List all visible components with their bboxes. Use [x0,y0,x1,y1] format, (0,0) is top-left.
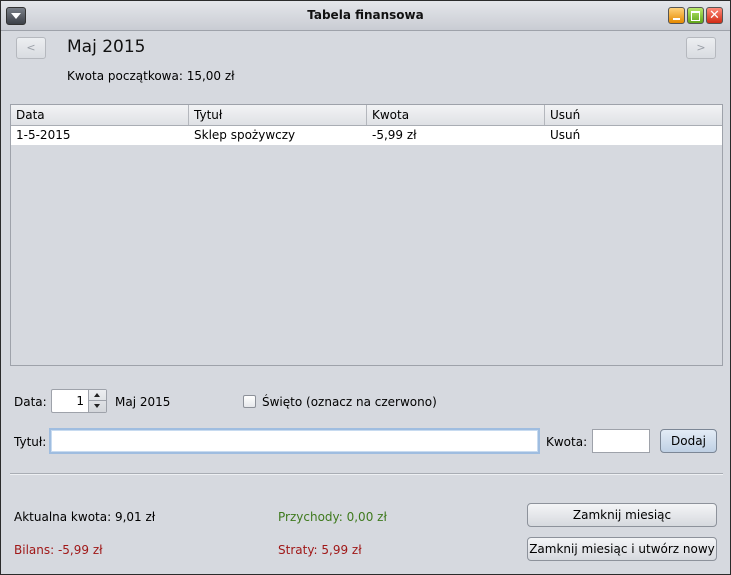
start-amount: Kwota początkowa: 15,00 zł [67,69,235,83]
close-month-and-create-new-button[interactable]: Zamknij miesiąc i utwórz nowy [527,537,717,561]
title-label: Tytuł: [14,435,47,449]
close-month-button[interactable]: Zamknij miesiąc [527,503,717,527]
amount-input[interactable] [592,429,650,453]
column-header-delete[interactable]: Usuń [545,105,722,125]
row-delete[interactable]: Usuń [545,126,722,145]
selected-month-label: Maj 2015 [115,395,171,409]
column-header-title[interactable]: Tytuł [189,105,367,125]
income: Przychody: 0,00 zł [278,510,387,524]
month-title: Maj 2015 [67,37,146,57]
separator [10,473,723,475]
column-header-amount[interactable]: Kwota [367,105,545,125]
window-title: Tabela finansowa [307,8,424,22]
table-header: Data Tytuł Kwota Usuń [11,105,722,126]
holiday-checkbox[interactable] [243,395,256,408]
previous-month-button[interactable]: < [16,37,46,59]
title-input[interactable] [49,428,540,454]
minimize-button[interactable] [668,7,685,24]
add-button[interactable]: Dodaj [660,429,717,453]
transactions-table[interactable]: Data Tytuł Kwota Usuń 1-5-2015 Sklep spo… [10,104,723,366]
spinner-buttons [88,390,106,412]
table-row[interactable]: 1-5-2015 Sklep spożywczy -5,99 zł Usuń [11,126,722,145]
day-value[interactable]: 1 [76,394,84,408]
day-spinner[interactable]: 1 [51,389,107,413]
main-window: Tabela finansowa ✕ < Maj 2015 > Kwota po… [0,0,731,575]
title-bar[interactable]: Tabela finansowa ✕ [1,1,730,31]
losses: Straty: 5,99 zł [278,543,362,557]
holiday-label[interactable]: Święto (oznacz na czerwono) [262,395,437,409]
column-header-date[interactable]: Data [11,105,189,125]
maximize-button[interactable] [687,7,704,24]
row-amount: -5,99 zł [372,128,417,142]
date-label: Data: [14,395,47,409]
balance: Bilans: -5,99 zł [14,543,103,557]
row-date: 1-5-2015 [16,128,71,142]
spinner-down-icon[interactable] [89,401,106,412]
next-month-button[interactable]: > [686,37,716,59]
close-button[interactable]: ✕ [706,7,723,24]
current-amount: Aktualna kwota: 9,01 zł [14,510,156,524]
spinner-up-icon[interactable] [89,390,106,401]
amount-label: Kwota: [546,435,588,449]
row-title: Sklep spożywczy [194,128,296,142]
